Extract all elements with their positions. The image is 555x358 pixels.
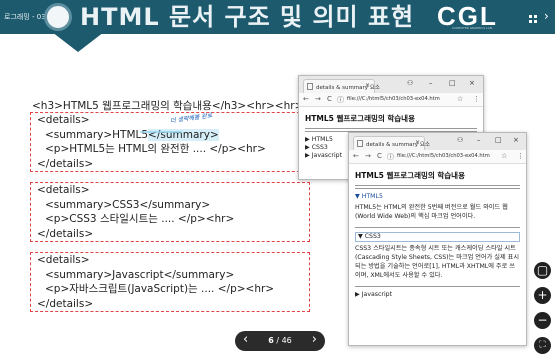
browser-window-expanded: details & summary 요소 × ⚇ – □ × ← → C ⓘ f… bbox=[348, 132, 527, 346]
browser-content: HTML5 웹프로그래밍의 학습내용 ▼ HTML5 HTML5는 HTML의 … bbox=[349, 164, 526, 305]
forward-icon[interactable]: → bbox=[365, 152, 371, 160]
code-line: </details> bbox=[37, 297, 94, 310]
address-bar: ← → C ⓘ file:///C:/html5/ch03/ch03-ex04.… bbox=[299, 93, 483, 107]
bookmark-star-icon[interactable]: ☆ bbox=[457, 95, 463, 103]
slide-title: HTML 문서 구조 및 의미 표현 bbox=[80, 3, 415, 31]
code-line: <p>CSS3 스타일시트는 .... </p><hr> bbox=[45, 213, 235, 225]
code-line: <summary>HTML5</summary> bbox=[31, 128, 309, 143]
page-icon bbox=[357, 140, 363, 147]
browser-titlebar: details & summary 요소 × ⚇ – □ × bbox=[299, 76, 483, 93]
page-heading: HTML5 웹프로그래밍의 학습내용 bbox=[355, 171, 465, 180]
grid-menu-icon[interactable] bbox=[529, 15, 537, 23]
close-icon[interactable]: × bbox=[513, 136, 519, 144]
bookmark-star-icon[interactable]: ☆ bbox=[501, 152, 507, 160]
page-icon bbox=[307, 83, 313, 90]
page-heading: HTML5 웹프로그래밍의 학습내용 bbox=[305, 114, 415, 123]
divider bbox=[355, 188, 520, 189]
back-icon[interactable]: ← bbox=[303, 95, 309, 103]
divider bbox=[355, 286, 520, 287]
profile-icon[interactable]: ⚇ bbox=[457, 136, 463, 144]
tab-title: details & summary 요소 bbox=[366, 142, 430, 148]
maximize-icon[interactable]: □ bbox=[449, 79, 456, 87]
header-pointer bbox=[52, 32, 104, 52]
details-block-javascript: <details> <summary>Javascript</summary> … bbox=[30, 252, 310, 312]
brand-subtitle: COMPUTER GRAPHICS LAB. bbox=[452, 26, 493, 30]
next-chapter-icon[interactable]: › bbox=[544, 9, 549, 23]
info-icon: ⓘ bbox=[337, 96, 344, 104]
code-line: <p>HTML5는 HTML의 완전한 .... </p><hr> bbox=[45, 143, 266, 155]
menu-icon[interactable]: ⋮ bbox=[517, 152, 524, 160]
code-line: </details> bbox=[37, 227, 94, 240]
forward-icon[interactable]: → bbox=[315, 95, 321, 103]
h3-code-line: <h3>HTML5 웹프로그래밍의 학습내용</h3><hr><hr> bbox=[32, 100, 304, 112]
chapter-badge-icon bbox=[44, 3, 72, 31]
code-line: <details> bbox=[37, 114, 90, 126]
menu-icon[interactable]: ⋮ bbox=[473, 95, 480, 103]
highlight-mark bbox=[140, 131, 182, 133]
tab-close-icon[interactable]: × bbox=[365, 82, 370, 89]
code-line: <p>자바스크립트(JavaScript)는 .... </p><hr> bbox=[45, 283, 275, 295]
page-view-button[interactable]: ▢ bbox=[534, 262, 551, 279]
details-text-html5: HTML5는 HTML의 완전한 5번째 버전으로 월드 와이드 웹 (Worl… bbox=[355, 204, 508, 220]
details-text-css3: CSS3 스타일시트는 종속형 시트 또는 캐스케이딩 스타일 시트(Casca… bbox=[355, 245, 520, 279]
total-pages: 46 bbox=[281, 336, 292, 345]
code-line: <details> bbox=[37, 254, 90, 266]
code-line: <details> bbox=[37, 184, 90, 196]
summary-javascript[interactable]: ▶ Javascript bbox=[355, 291, 520, 299]
details-block-html5: <details> <summary>HTML5</summary> <p>HT… bbox=[30, 112, 310, 172]
code-line: </details> bbox=[37, 157, 94, 170]
zoom-out-button[interactable]: − bbox=[534, 312, 551, 329]
reload-icon[interactable]: C bbox=[377, 152, 382, 160]
slide-pager: ‹ 6 / 46 › bbox=[235, 331, 325, 351]
maximize-icon[interactable]: □ bbox=[495, 136, 502, 144]
url-input[interactable]: file:///C:/html5/ch03/ch03-ex04.htm bbox=[347, 96, 440, 102]
fullscreen-button[interactable]: ⛶ bbox=[534, 337, 551, 354]
back-icon[interactable]: ← bbox=[353, 152, 359, 160]
address-bar: ← → C ⓘ file:///C:/html5/ch03/ch03-ex04.… bbox=[349, 150, 526, 164]
breadcrumb: 로그래밍 - 03 bbox=[4, 13, 46, 21]
profile-icon[interactable]: ⚇ bbox=[407, 79, 413, 87]
next-slide-button[interactable]: › bbox=[312, 332, 317, 347]
page-separator: / bbox=[273, 336, 282, 345]
summary-html5[interactable]: ▼ HTML5 bbox=[355, 193, 520, 201]
details-block-css3: <details> <summary>CSS3</summary> <p>CSS… bbox=[30, 182, 310, 242]
slide-header: 로그래밍 - 03 HTML 문서 구조 및 의미 표현 CGL COMPUTE… bbox=[0, 0, 555, 34]
code-line: <summary>Javascript</summary> bbox=[45, 268, 235, 281]
summary-css3[interactable]: ▼ CSS3 bbox=[355, 232, 520, 242]
info-icon: ⓘ bbox=[387, 153, 394, 161]
code-line-text: <summary>HTML5</summary> bbox=[45, 128, 219, 141]
minimize-icon[interactable]: – bbox=[477, 136, 481, 144]
divider bbox=[355, 227, 520, 228]
tab-title: details & summary 요소 bbox=[316, 85, 380, 91]
tab-close-icon[interactable]: × bbox=[415, 139, 420, 146]
code-line: <summary>CSS3</summary> bbox=[45, 198, 211, 211]
zoom-in-button[interactable]: + bbox=[534, 287, 551, 304]
url-input[interactable]: file:///C:/html5/ch03/ch03-ex04.htm bbox=[397, 153, 490, 159]
reload-icon[interactable]: C bbox=[327, 95, 332, 103]
browser-tab[interactable]: details & summary 요소 × bbox=[303, 79, 380, 93]
browser-titlebar: details & summary 요소 × ⚇ – □ × bbox=[349, 133, 526, 150]
close-icon[interactable]: × bbox=[469, 79, 475, 87]
browser-tab[interactable]: details & summary 요소 × bbox=[353, 136, 430, 150]
divider bbox=[355, 185, 520, 186]
minimize-icon[interactable]: – bbox=[429, 79, 433, 87]
divider bbox=[305, 128, 477, 129]
